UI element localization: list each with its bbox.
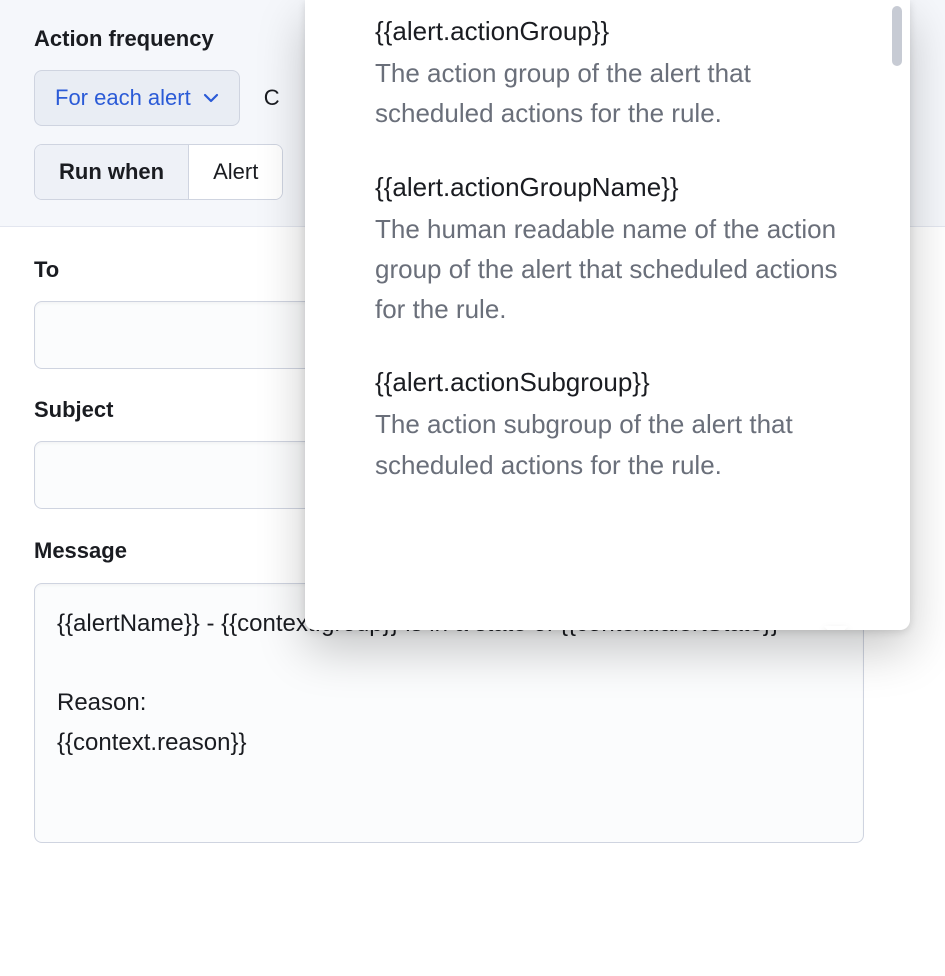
truncated-text: C — [256, 85, 280, 111]
scrollbar-thumb[interactable] — [892, 6, 902, 66]
chevron-down-icon — [203, 90, 219, 106]
for-each-alert-text: For each alert — [55, 85, 191, 111]
variable-item[interactable]: {{alert.actionSubgroup}} The action subg… — [305, 359, 910, 515]
popover-arrow — [824, 628, 848, 630]
variable-desc: The action group of the alert that sched… — [375, 53, 850, 134]
variable-name: {{alert.actionGroup}} — [375, 16, 850, 47]
variable-desc: The human readable name of the action gr… — [375, 209, 850, 330]
variable-desc: The action subgroup of the alert that sc… — [375, 404, 850, 485]
run-when-group[interactable]: Run when Alert — [34, 144, 283, 200]
message-label: Message — [34, 538, 127, 564]
variable-list[interactable]: {{alert.actionGroup}} The action group o… — [305, 0, 910, 630]
variable-name: {{alert.actionSubgroup}} — [375, 367, 850, 398]
variable-item[interactable]: {{alert.actionGroup}} The action group o… — [305, 8, 910, 164]
variable-name: {{alert.actionGroupName}} — [375, 172, 850, 203]
variable-popover: {{alert.actionGroup}} The action group o… — [305, 0, 910, 630]
run-when-value[interactable]: Alert — [189, 145, 282, 199]
for-each-alert-dropdown[interactable]: For each alert — [34, 70, 240, 126]
variable-item[interactable]: {{alert.actionGroupName}} The human read… — [305, 164, 910, 360]
run-when-label: Run when — [35, 145, 189, 199]
